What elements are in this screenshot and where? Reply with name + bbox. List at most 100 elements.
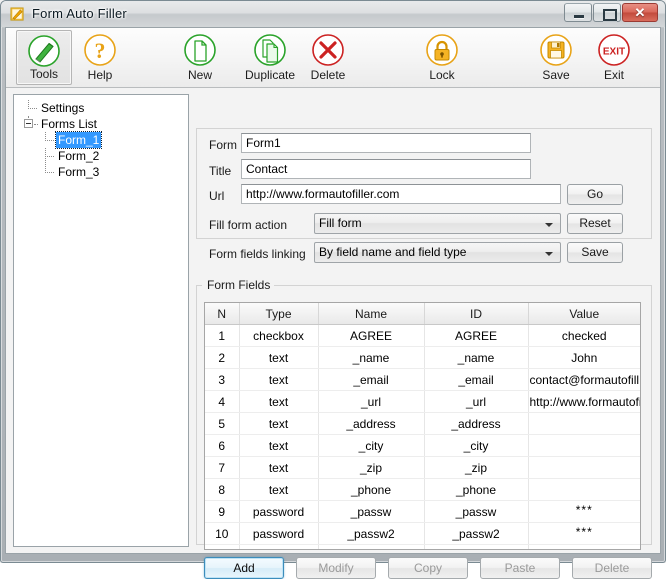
toolbar-button-lock[interactable]: Lock — [414, 30, 470, 85]
floppy-icon — [540, 34, 572, 66]
column-header-type[interactable]: Type — [239, 303, 319, 325]
row-cell-type: text — [239, 544, 319, 549]
form-title-input[interactable] — [241, 159, 531, 179]
form-fields-linking-select[interactable]: By field name and field type — [314, 242, 561, 263]
tree-item-forms-list[interactable]: Forms List — [14, 116, 188, 132]
row-cell-name: _passw — [318, 500, 425, 523]
row-cell-type: checkbox — [239, 324, 319, 347]
row-cell-id: _name — [424, 346, 529, 369]
toolbar-label-duplicate: Duplicate — [244, 68, 296, 82]
toolbar-button-duplicate[interactable]: Duplicate — [242, 30, 298, 85]
table-row[interactable]: 9 password _passw _passw *** — [205, 498, 640, 523]
go-button[interactable]: Go — [567, 184, 623, 205]
row-cell-id: _state — [424, 544, 529, 549]
x-circle-icon — [312, 34, 344, 66]
label-url: Url — [209, 189, 225, 203]
form-fields-grid[interactable]: N Type Name ID Value 1 checkbox AGREE AGREE… — [204, 302, 641, 550]
minimize-icon — [574, 15, 584, 18]
toolbar-button-help[interactable]: ? Help — [72, 30, 128, 85]
tree-item-label: Form_1 — [54, 131, 103, 149]
tree-item-settings[interactable]: Settings — [14, 100, 188, 116]
row-cell-n: 6 — [205, 434, 240, 457]
row-cell-value: FL — [528, 544, 640, 549]
row-cell-name: _email — [318, 368, 425, 391]
page-icon — [184, 34, 216, 66]
toolbar-label-save: Save — [542, 68, 570, 82]
toolbar-button-delete[interactable]: Delete — [300, 30, 356, 85]
row-cell-value: contact@formautofill.co — [528, 368, 640, 391]
row-cell-id: _phone — [424, 478, 529, 501]
toolbar-button-exit[interactable]: EXIT Exit — [586, 30, 642, 85]
reset-button[interactable]: Reset — [567, 213, 623, 234]
titlebar[interactable]: Form Auto Filler ✕ — [1, 1, 665, 27]
chevron-down-icon — [545, 252, 553, 256]
table-row[interactable]: 3text_email_emailcontact@formautofill.co — [205, 368, 640, 391]
toolbar-label-lock: Lock — [429, 68, 455, 82]
table-row[interactable]: 2 text _name _name John — [205, 346, 640, 369]
window-title: Form Auto Filler — [32, 6, 127, 21]
label-form-fields-linking: Form fields linking — [209, 247, 306, 261]
row-cell-value: *** — [528, 498, 640, 521]
row-cell-id: _passw — [424, 500, 529, 523]
form-url-input[interactable] — [241, 184, 561, 204]
svg-text:?: ? — [95, 38, 106, 63]
column-header-name[interactable]: Name — [318, 303, 425, 325]
tree-item-form-1[interactable]: Form_1 — [14, 131, 188, 149]
tree-item-form-2[interactable]: Form_2 — [14, 148, 188, 165]
close-button[interactable]: ✕ — [622, 3, 658, 22]
row-cell-n: 2 — [205, 346, 240, 369]
chevron-down-icon — [545, 223, 553, 227]
toolbar-button-new[interactable]: New — [172, 30, 228, 85]
table-row[interactable]: 10 password _passw2 _passw2 *** — [205, 520, 640, 545]
form-name-input[interactable] — [241, 133, 531, 153]
modify-button[interactable]: Modify — [296, 557, 376, 579]
row-cell-name: _state — [318, 544, 425, 549]
row-cell-id: _zip — [424, 456, 529, 479]
toolbar-label-tools: Tools — [29, 67, 58, 81]
toolbar-button-save[interactable]: Save — [528, 30, 584, 85]
tree-line — [45, 140, 54, 142]
form-fields-actions: Add Modify Copy Paste Delete — [204, 557, 652, 579]
row-cell-type: text — [239, 478, 319, 501]
copy-button[interactable]: Copy — [388, 557, 468, 579]
table-body: 1 checkbox AGREE AGREE checked 2 text _name _nam… — [205, 324, 640, 549]
maximize-button[interactable] — [593, 3, 621, 22]
table-row[interactable]: 7 text _zip _zip — [205, 456, 640, 479]
toolbar: Tools ? Help New Duplicate Delete Lock S… — [6, 28, 660, 88]
minimize-button[interactable] — [564, 3, 592, 22]
table-row[interactable]: 4text_url_urlhttp://www.formautofill.c — [205, 390, 640, 413]
column-header-id[interactable]: ID — [424, 303, 529, 325]
column-header-n[interactable]: N — [205, 303, 240, 325]
forms-tree-panel[interactable]: Settings Forms List Form_1 Form_2 Form_3 — [13, 94, 189, 547]
tree-expander-icon[interactable] — [24, 119, 33, 128]
row-cell-value: *** — [528, 520, 640, 543]
row-cell-type: text — [239, 434, 319, 457]
row-cell-id: _email — [424, 368, 529, 391]
row-cell-id: _address — [424, 412, 529, 435]
fill-form-action-select[interactable]: Fill form — [314, 213, 561, 234]
table-header-row: N Type Name ID Value — [205, 303, 640, 325]
add-button[interactable]: Add — [204, 557, 284, 579]
table-row[interactable]: 6 text _city _city — [205, 434, 640, 457]
label-title: Title — [209, 164, 232, 178]
exit-icon: EXIT — [598, 34, 630, 66]
table-row[interactable]: 5 text _address _address — [205, 412, 640, 435]
toolbar-button-tools[interactable]: Tools — [16, 30, 72, 85]
save-form-button[interactable]: Save — [567, 242, 623, 263]
row-cell-n: 9 — [205, 500, 240, 523]
row-cell-type: password — [239, 522, 319, 545]
table-row[interactable]: 1 checkbox AGREE AGREE checked — [205, 324, 640, 347]
toolbar-label-help: Help — [87, 68, 113, 82]
table-row[interactable]: 11text_state_stateFL — [205, 544, 640, 549]
delete-button[interactable]: Delete — [572, 557, 652, 579]
row-cell-n: 4 — [205, 390, 240, 413]
tree-item-form-3[interactable]: Form_3 — [14, 164, 188, 180]
row-cell-name: AGREE — [318, 324, 425, 347]
app-pencil-icon — [10, 7, 24, 21]
column-header-value[interactable]: Value — [528, 303, 640, 325]
row-cell-id: _passw2 — [424, 522, 529, 545]
lock-icon — [426, 34, 458, 66]
row-cell-value — [528, 434, 640, 457]
table-row[interactable]: 8 text _phone _phone — [205, 478, 640, 501]
paste-button[interactable]: Paste — [480, 557, 560, 579]
